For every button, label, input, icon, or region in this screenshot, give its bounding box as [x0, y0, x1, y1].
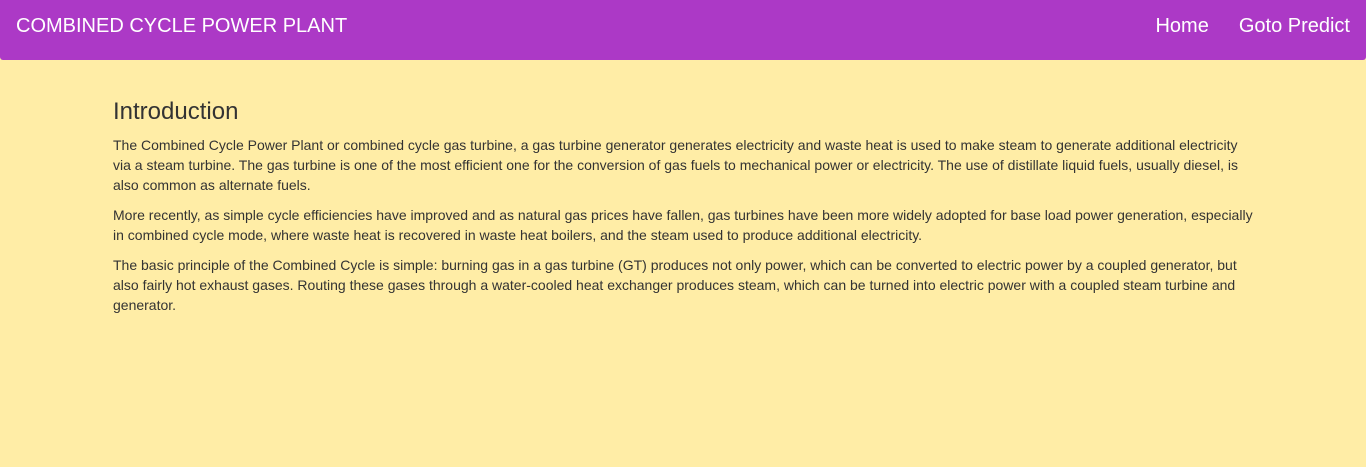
- intro-paragraph-2: More recently, as simple cycle efficienc…: [113, 207, 1253, 243]
- nav-home-link[interactable]: Home: [1155, 14, 1208, 38]
- nav-links: Home Goto Predict: [1155, 14, 1350, 38]
- intro-paragraph-1: The Combined Cycle Power Plant or combin…: [113, 137, 1239, 193]
- main-content: Introduction The Combined Cycle Power Pl…: [113, 98, 1258, 325]
- nav-goto-predict-link[interactable]: Goto Predict: [1239, 14, 1350, 38]
- page-title: Introduction: [113, 98, 239, 125]
- brand-link[interactable]: COMBINED CYCLE POWER PLANT: [16, 14, 347, 38]
- navbar: COMBINED CYCLE POWER PLANT Home Goto Pre…: [0, 0, 1366, 60]
- intro-paragraph-3: The basic principle of the Combined Cycl…: [113, 257, 1237, 313]
